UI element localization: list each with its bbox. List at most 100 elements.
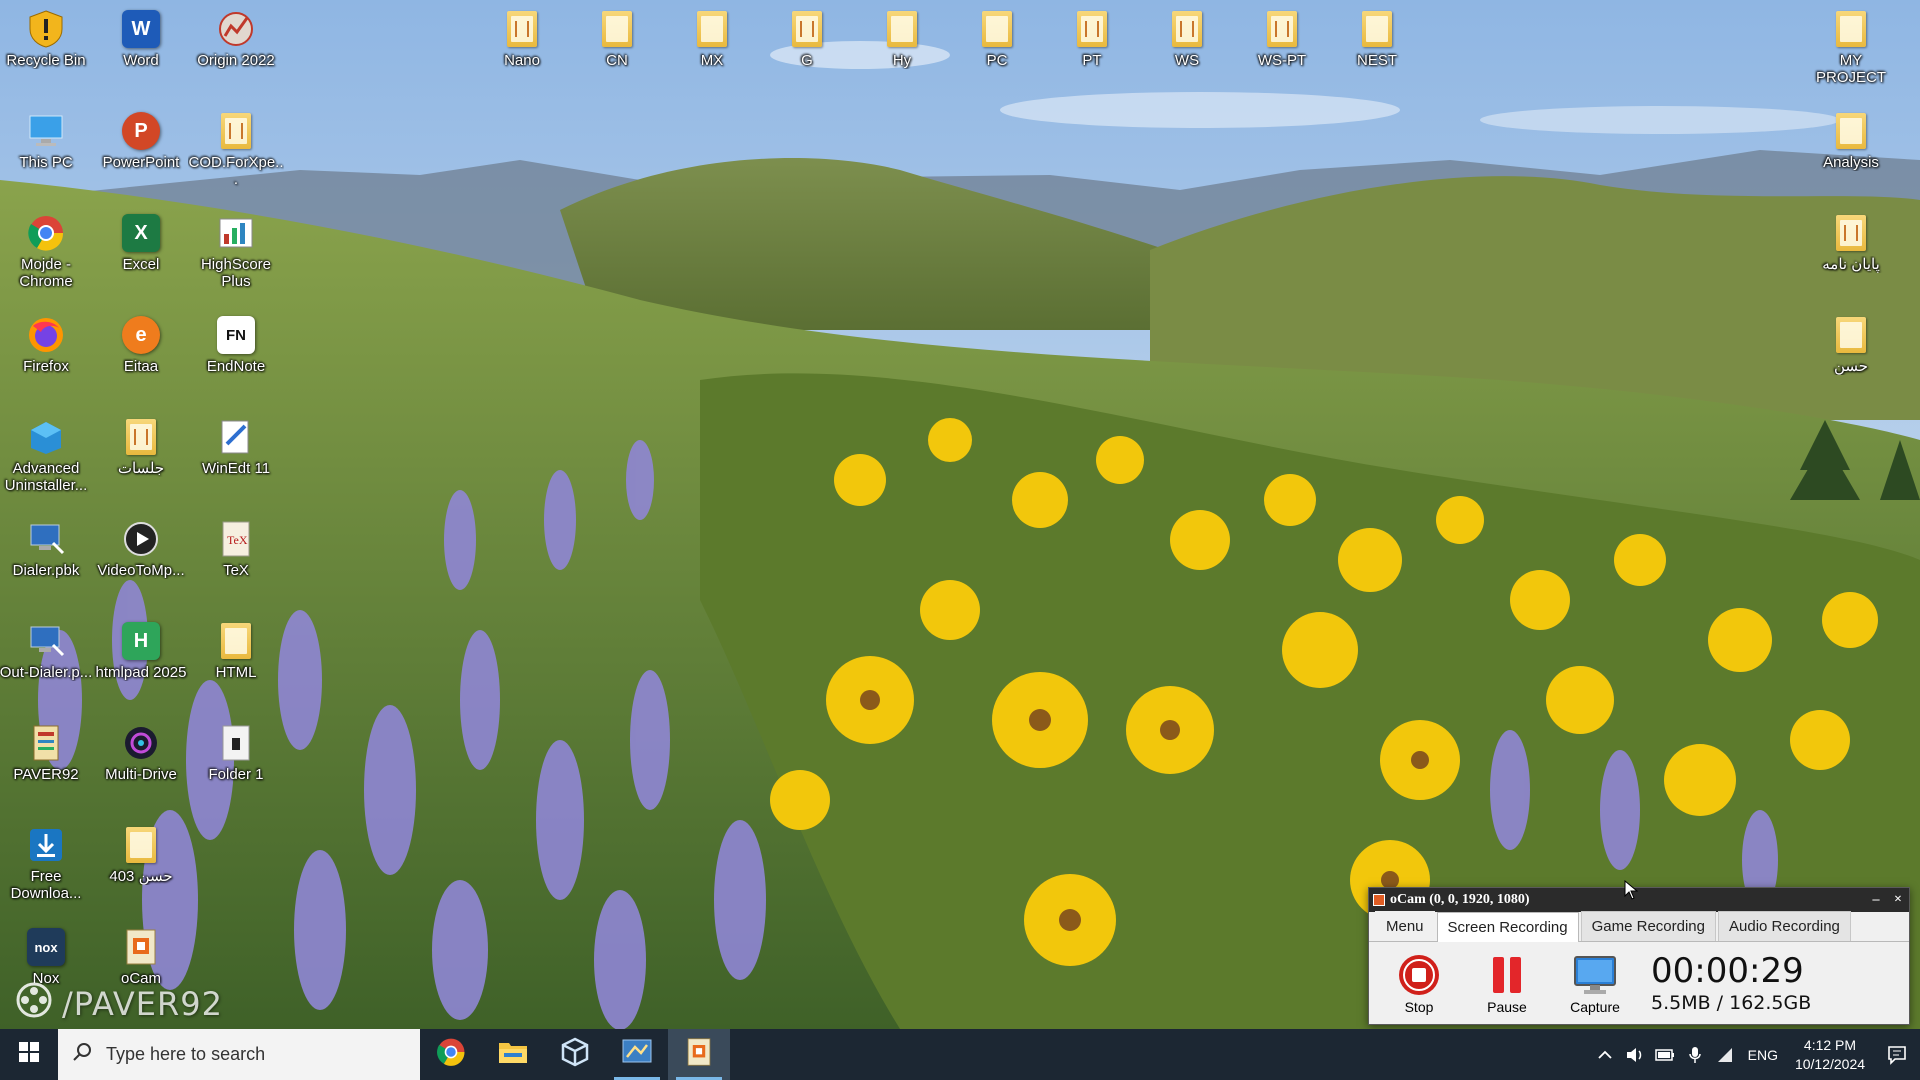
desktop-icon-advanced-uninstaller[interactable]: Advanced Uninstaller... — [0, 416, 93, 494]
paver-icon — [25, 722, 67, 764]
desktop-icon-jalasat[interactable]: جلسات — [94, 416, 188, 477]
chrome-icon — [25, 212, 67, 254]
tab-screen-recording[interactable]: Screen Recording — [1436, 912, 1579, 942]
pause-button[interactable]: Pause — [1463, 951, 1551, 1015]
desktop-icon-paver92[interactable]: PAVER92 — [0, 722, 93, 783]
ocam-tabs: Menu Screen Recording Game Recording Aud… — [1369, 911, 1909, 942]
taskbar-app[interactable] — [606, 1029, 668, 1080]
desktop-icon-cod-forxpe[interactable]: COD.ForXpe... — [188, 110, 284, 188]
uninstaller-icon — [25, 416, 67, 458]
desktop-icon-nox[interactable]: nox Nox — [0, 926, 93, 987]
language-indicator[interactable]: ENG — [1740, 1047, 1786, 1063]
close-button[interactable]: × — [1887, 892, 1909, 908]
taskbar-ocam[interactable] — [668, 1029, 730, 1080]
desktop-folder-ws[interactable]: WS — [1140, 8, 1234, 69]
desktop-icon-html[interactable]: HTML — [189, 620, 283, 681]
desktop-folder-analysis[interactable]: Analysis — [1804, 110, 1898, 171]
icon-label: Out-Dialer.p... — [0, 664, 93, 681]
winedt-icon — [215, 416, 257, 458]
desktop-folder-nano[interactable]: Nano — [475, 8, 569, 69]
desktop-icon-excel[interactable]: X Excel — [94, 212, 188, 273]
search-placeholder: Type here to search — [106, 1044, 266, 1064]
start-button[interactable] — [0, 1029, 58, 1080]
desktop-icon-firefox[interactable]: Firefox — [0, 314, 93, 375]
icon-label: Dialer.pbk — [12, 562, 80, 579]
ocam-window: oCam (0, 0, 1920, 1080) – × Menu Screen … — [1368, 887, 1910, 1025]
desktop-icon-tex[interactable]: TeX TeX — [189, 518, 283, 579]
desktop-folder-cn[interactable]: CN — [570, 8, 664, 69]
desktop-folder-hasan[interactable]: حسن — [1804, 314, 1898, 375]
recording-stats: 00:00:29 5.5MB / 162.5GB — [1651, 952, 1811, 1014]
desktop-icon-htmlpad[interactable]: H htmlpad 2025 — [94, 620, 188, 681]
taskbar-box-app[interactable] — [544, 1029, 606, 1080]
desktop-folder-nest[interactable]: NEST — [1330, 8, 1424, 69]
icon-label: MX — [700, 52, 724, 69]
desktop-folder-payan-nameh[interactable]: پایان نامه — [1804, 212, 1898, 273]
app-icon — [621, 1037, 653, 1072]
clock[interactable]: 4:12 PM 10/12/2024 — [1786, 1036, 1874, 1074]
search-icon — [72, 1042, 92, 1067]
watermark: /PAVER92 — [16, 982, 223, 1026]
desktop-icon-powerpoint[interactable]: P PowerPoint — [94, 110, 188, 171]
desktop-icon-videotomp3[interactable]: VideoToMp... — [94, 518, 188, 579]
clock-time: 4:12 PM — [1803, 1036, 1857, 1053]
chevron-up-icon[interactable] — [1590, 1050, 1620, 1060]
excel-icon: X — [120, 212, 162, 254]
desktop-icon-eitaa[interactable]: e Eitaa — [94, 314, 188, 375]
desktop-icon-hasan-403[interactable]: 403 حسن — [94, 824, 188, 885]
tab-menu[interactable]: Menu — [1375, 911, 1435, 941]
capture-button[interactable]: Capture — [1551, 951, 1639, 1015]
icon-label: Nano — [504, 52, 540, 69]
folder-icon — [215, 620, 257, 662]
volume-icon[interactable] — [1620, 1047, 1650, 1063]
icon-label: PAVER92 — [13, 766, 79, 783]
desktop-icon-endnote[interactable]: FN EndNote — [189, 314, 283, 375]
nox-icon: nox — [25, 926, 67, 968]
dialer-icon — [25, 518, 67, 560]
desktop-icon-free-download-manager[interactable]: Free Downloa... — [0, 824, 93, 902]
stop-icon — [1397, 951, 1441, 999]
desktop-folder-g[interactable]: G — [760, 8, 854, 69]
desktop-folder-hy[interactable]: Hy — [855, 8, 949, 69]
ocam-titlebar[interactable]: oCam (0, 0, 1920, 1080) – × — [1369, 888, 1909, 912]
desktop-icon-this-pc[interactable]: This PC — [0, 110, 93, 171]
notification-icon[interactable] — [1874, 1045, 1920, 1065]
taskbar-search[interactable]: Type here to search — [58, 1029, 420, 1080]
endnote-icon: FN — [215, 314, 257, 356]
folder-icon — [1830, 110, 1872, 152]
taskbar-file-explorer[interactable] — [482, 1029, 544, 1080]
battery-icon[interactable] — [1650, 1048, 1680, 1061]
icon-label: G — [801, 52, 813, 69]
microphone-icon[interactable] — [1680, 1046, 1710, 1064]
desktop-icon-out-dialer[interactable]: Out-Dialer.p... — [0, 620, 93, 681]
icon-label: Advanced Uninstaller... — [4, 460, 88, 494]
tab-audio-recording[interactable]: Audio Recording — [1718, 911, 1851, 941]
icon-label: حسن — [1833, 358, 1869, 375]
desktop-icon-dialer-pbk[interactable]: Dialer.pbk — [0, 518, 93, 579]
desktop-icon-origin[interactable]: Origin 2022 — [189, 8, 283, 69]
watermark-text: /PAVER92 — [62, 985, 223, 1023]
desktop-icon-ocam[interactable]: oCam — [94, 926, 188, 987]
stop-button[interactable]: Stop — [1375, 951, 1463, 1015]
desktop-folder-pt[interactable]: PT — [1045, 8, 1139, 69]
folder-icon — [1830, 8, 1872, 50]
desktop-icon-winedt[interactable]: WinEdt 11 — [189, 416, 283, 477]
desktop-icon-folder-1[interactable]: Folder 1 — [189, 722, 283, 783]
taskbar-chrome[interactable] — [420, 1029, 482, 1080]
desktop-folder-mx[interactable]: MX — [665, 8, 759, 69]
system-tray: ENG 4:12 PM 10/12/2024 — [1590, 1029, 1920, 1080]
desktop-icon-recycle-bin[interactable]: Recycle Bin — [0, 8, 93, 69]
minimize-button[interactable]: – — [1865, 892, 1887, 908]
folder-icon — [501, 8, 543, 50]
desktop-folder-my-project[interactable]: MY PROJECT — [1804, 8, 1898, 86]
desktop-folder-ws-pt[interactable]: WS-PT — [1235, 8, 1329, 69]
icon-label: Free Downloa... — [10, 868, 82, 902]
desktop-folder-pc[interactable]: PC — [950, 8, 1044, 69]
desktop-icon-highscore[interactable]: HighScore Plus — [189, 212, 283, 290]
wifi-icon[interactable] — [1710, 1047, 1740, 1063]
desktop-icon-multi-drive[interactable]: Multi-Drive — [94, 722, 188, 783]
tab-game-recording[interactable]: Game Recording — [1580, 911, 1716, 941]
desktop-icon-chrome[interactable]: Mojde - Chrome — [0, 212, 93, 290]
ocam-icon — [120, 926, 162, 968]
desktop-icon-word[interactable]: W Word — [94, 8, 188, 69]
